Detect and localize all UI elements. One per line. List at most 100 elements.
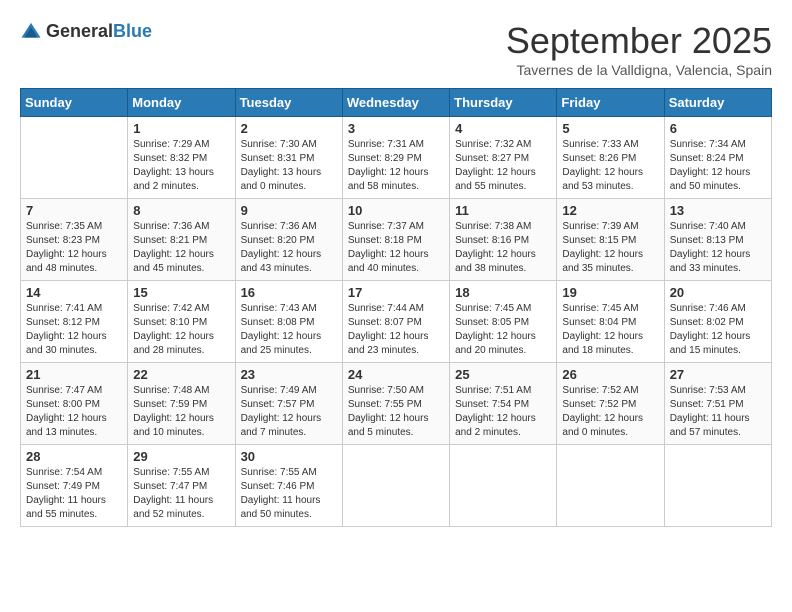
calendar-cell: 3 Sunrise: 7:31 AMSunset: 8:29 PMDaylight… <box>342 117 449 199</box>
day-number: 4 <box>455 121 551 136</box>
day-number: 18 <box>455 285 551 300</box>
day-info: Sunrise: 7:53 AMSunset: 7:51 PMDaylight:… <box>670 384 766 440</box>
day-info: Sunrise: 7:30 AMSunset: 8:31 PMDaylight:… <box>241 138 337 194</box>
day-number: 11 <box>455 203 551 218</box>
calendar-week-3: 21 Sunrise: 7:47 AMSunset: 8:00 PMDayligh… <box>21 363 772 445</box>
calendar-cell: 22Sunrise: 7:48 AMSunset: 7:59 PMDayligh… <box>128 363 235 445</box>
day-number: 2 <box>241 121 337 136</box>
logo-blue-text: Blue <box>113 21 152 41</box>
day-number: 26 <box>562 367 658 382</box>
calendar-cell: 14Sunrise: 7:41 AMSunset: 8:12 PMDayligh… <box>21 281 128 363</box>
calendar-cell: 30Sunrise: 7:55 AMSunset: 7:46 PMDayligh… <box>235 445 342 527</box>
header-wednesday: Wednesday <box>342 89 449 117</box>
day-number: 3 <box>348 121 444 136</box>
calendar-table: SundayMondayTuesdayWednesdayThursdayFrid… <box>20 88 772 527</box>
day-number: 21 <box>26 367 122 382</box>
calendar-cell: 27 Sunrise: 7:53 AMSunset: 7:51 PMDayligh… <box>664 363 771 445</box>
day-number: 24 <box>348 367 444 382</box>
calendar-cell: 18 Sunrise: 7:45 AMSunset: 8:05 PMDayligh… <box>450 281 557 363</box>
calendar-week-0: 1 Sunrise: 7:29 AMSunset: 8:32 PMDaylight… <box>21 117 772 199</box>
calendar-cell: 25 Sunrise: 7:51 AMSunset: 7:54 PMDayligh… <box>450 363 557 445</box>
calendar-cell: 1 Sunrise: 7:29 AMSunset: 8:32 PMDaylight… <box>128 117 235 199</box>
calendar-cell <box>342 445 449 527</box>
day-info: Sunrise: 7:54 AMSunset: 7:49 PMDaylight:… <box>26 466 122 522</box>
day-info: Sunrise: 7:55 AMSunset: 7:47 PMDaylight:… <box>133 466 229 522</box>
day-number: 19 <box>562 285 658 300</box>
location-subtitle: Tavernes de la Valldigna, Valencia, Spai… <box>506 62 772 78</box>
day-info: Sunrise: 7:39 AMSunset: 8:15 PMDaylight:… <box>562 220 658 276</box>
day-number: 14 <box>26 285 122 300</box>
day-number: 27 <box>670 367 766 382</box>
month-title: September 2025 <box>506 20 772 62</box>
calendar-cell: 16 Sunrise: 7:43 AMSunset: 8:08 PMDayligh… <box>235 281 342 363</box>
day-number: 23 <box>241 367 337 382</box>
title-area: September 2025 Tavernes de la Valldigna,… <box>506 20 772 78</box>
day-info: Sunrise: 7:52 AMSunset: 7:52 PMDaylight:… <box>562 384 658 440</box>
day-number: 16 <box>241 285 337 300</box>
day-info: Sunrise: 7:51 AMSunset: 7:54 PMDaylight:… <box>455 384 551 440</box>
calendar-cell: 21 Sunrise: 7:47 AMSunset: 8:00 PMDayligh… <box>21 363 128 445</box>
calendar-cell: 15Sunrise: 7:42 AMSunset: 8:10 PMDayligh… <box>128 281 235 363</box>
calendar-cell: 5 Sunrise: 7:33 AMSunset: 8:26 PMDaylight… <box>557 117 664 199</box>
header-thursday: Thursday <box>450 89 557 117</box>
day-info: Sunrise: 7:29 AMSunset: 8:32 PMDaylight:… <box>133 138 229 194</box>
calendar-cell: 6Sunrise: 7:34 AMSunset: 8:24 PMDaylight… <box>664 117 771 199</box>
calendar-week-2: 14Sunrise: 7:41 AMSunset: 8:12 PMDayligh… <box>21 281 772 363</box>
calendar-cell: 4Sunrise: 7:32 AMSunset: 8:27 PMDaylight… <box>450 117 557 199</box>
header-monday: Monday <box>128 89 235 117</box>
day-info: Sunrise: 7:35 AMSunset: 8:23 PMDaylight:… <box>26 220 122 276</box>
calendar-week-1: 7Sunrise: 7:35 AMSunset: 8:23 PMDaylight… <box>21 199 772 281</box>
day-info: Sunrise: 7:43 AMSunset: 8:08 PMDaylight:… <box>241 302 337 358</box>
day-info: Sunrise: 7:46 AMSunset: 8:02 PMDaylight:… <box>670 302 766 358</box>
logo-general-text: General <box>46 21 113 41</box>
day-info: Sunrise: 7:37 AMSunset: 8:18 PMDaylight:… <box>348 220 444 276</box>
calendar-cell <box>450 445 557 527</box>
day-number: 30 <box>241 449 337 464</box>
day-number: 20 <box>670 285 766 300</box>
calendar-cell: 20 Sunrise: 7:46 AMSunset: 8:02 PMDayligh… <box>664 281 771 363</box>
day-number: 9 <box>241 203 337 218</box>
calendar-cell <box>664 445 771 527</box>
day-number: 17 <box>348 285 444 300</box>
day-number: 12 <box>562 203 658 218</box>
day-number: 28 <box>26 449 122 464</box>
day-number: 1 <box>133 121 229 136</box>
day-info: Sunrise: 7:50 AMSunset: 7:55 PMDaylight:… <box>348 384 444 440</box>
day-info: Sunrise: 7:48 AMSunset: 7:59 PMDaylight:… <box>133 384 229 440</box>
page-header: GeneralBlue September 2025 Tavernes de l… <box>20 20 772 78</box>
calendar-cell: 13Sunrise: 7:40 AMSunset: 8:13 PMDayligh… <box>664 199 771 281</box>
calendar-cell <box>557 445 664 527</box>
calendar-cell: 7Sunrise: 7:35 AMSunset: 8:23 PMDaylight… <box>21 199 128 281</box>
day-number: 5 <box>562 121 658 136</box>
header-saturday: Saturday <box>664 89 771 117</box>
day-header-row: SundayMondayTuesdayWednesdayThursdayFrid… <box>21 89 772 117</box>
day-info: Sunrise: 7:36 AMSunset: 8:20 PMDaylight:… <box>241 220 337 276</box>
calendar-cell: 29 Sunrise: 7:55 AMSunset: 7:47 PMDayligh… <box>128 445 235 527</box>
day-info: Sunrise: 7:31 AMSunset: 8:29 PMDaylight:… <box>348 138 444 194</box>
day-info: Sunrise: 7:44 AMSunset: 8:07 PMDaylight:… <box>348 302 444 358</box>
logo: GeneralBlue <box>20 20 152 42</box>
day-info: Sunrise: 7:34 AMSunset: 8:24 PMDaylight:… <box>670 138 766 194</box>
day-number: 25 <box>455 367 551 382</box>
calendar-cell: 2 Sunrise: 7:30 AMSunset: 8:31 PMDaylight… <box>235 117 342 199</box>
day-info: Sunrise: 7:42 AMSunset: 8:10 PMDaylight:… <box>133 302 229 358</box>
calendar-week-4: 28 Sunrise: 7:54 AMSunset: 7:49 PMDayligh… <box>21 445 772 527</box>
day-info: Sunrise: 7:33 AMSunset: 8:26 PMDaylight:… <box>562 138 658 194</box>
header-friday: Friday <box>557 89 664 117</box>
day-info: Sunrise: 7:38 AMSunset: 8:16 PMDaylight:… <box>455 220 551 276</box>
calendar-cell: 23Sunrise: 7:49 AMSunset: 7:57 PMDayligh… <box>235 363 342 445</box>
calendar-cell: 19 Sunrise: 7:45 AMSunset: 8:04 PMDayligh… <box>557 281 664 363</box>
calendar-cell: 17 Sunrise: 7:44 AMSunset: 8:07 PMDayligh… <box>342 281 449 363</box>
day-number: 13 <box>670 203 766 218</box>
calendar-cell: 10Sunrise: 7:37 AMSunset: 8:18 PMDayligh… <box>342 199 449 281</box>
day-number: 29 <box>133 449 229 464</box>
calendar-cell: 8Sunrise: 7:36 AMSunset: 8:21 PMDaylight… <box>128 199 235 281</box>
calendar-cell: 9 Sunrise: 7:36 AMSunset: 8:20 PMDaylight… <box>235 199 342 281</box>
day-info: Sunrise: 7:45 AMSunset: 8:04 PMDaylight:… <box>562 302 658 358</box>
day-info: Sunrise: 7:45 AMSunset: 8:05 PMDaylight:… <box>455 302 551 358</box>
header-sunday: Sunday <box>21 89 128 117</box>
logo-icon <box>20 20 42 42</box>
day-info: Sunrise: 7:47 AMSunset: 8:00 PMDaylight:… <box>26 384 122 440</box>
header-tuesday: Tuesday <box>235 89 342 117</box>
calendar-cell: 11 Sunrise: 7:38 AMSunset: 8:16 PMDayligh… <box>450 199 557 281</box>
